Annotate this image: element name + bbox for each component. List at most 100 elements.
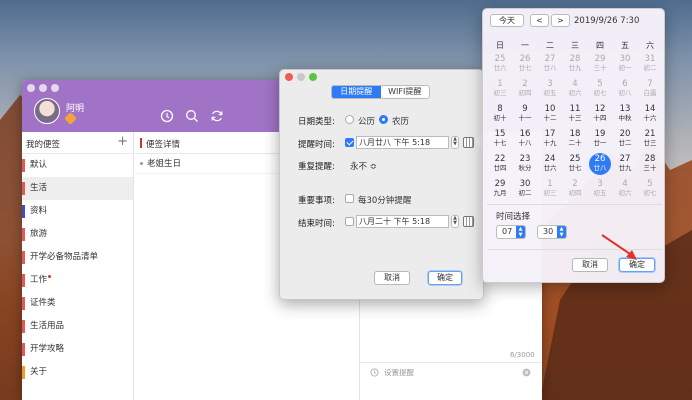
minimize-window-button[interactable] [39,84,47,92]
day-number: 17 [544,129,556,139]
calendar-day[interactable]: 4 初六 [564,78,586,100]
calendar-day[interactable]: 1 初三 [489,78,511,100]
calendar-day[interactable]: 9 十一 [514,103,536,125]
calendar-day[interactable]: 8 初十 [489,103,511,125]
calendar-day[interactable]: 16 十八 [514,128,536,150]
calendar-day[interactable]: 5 初七 [589,78,611,100]
sidebar-item[interactable]: 生活用品 [22,315,133,338]
remind-time-field[interactable]: 八月廿八 下午 5:18 [356,136,449,149]
repeat-select[interactable]: 永不 ≎ [350,160,377,172]
clock-icon[interactable] [160,109,174,123]
calendar-day[interactable]: 5 初七 [639,178,661,200]
avatar[interactable] [34,98,60,124]
calendar-day[interactable]: 29 三十 [589,53,611,75]
calendar-day[interactable]: 26 廿七 [514,53,536,75]
important-option-label: 每30分钟提醒 [358,196,412,206]
tab-date-reminder[interactable]: 日期提醒 [332,86,381,98]
set-reminder-row[interactable]: 设置提醒 [360,362,542,382]
calendar-day[interactable]: 15 十七 [489,128,511,150]
calendar-day[interactable]: 2 初四 [514,78,536,100]
dialog-cancel-button[interactable]: 取消 [374,271,410,285]
calendar-day[interactable]: 20 廿二 [614,128,636,150]
important-checkbox[interactable] [345,194,354,203]
minute-value: 30 [543,227,554,236]
add-category-button[interactable]: + [117,134,128,149]
sidebar-item[interactable]: 资料 [22,200,133,223]
zoom-window-button[interactable] [51,84,59,92]
calendar-day[interactable]: 26 廿八 [589,153,611,175]
calendar-day[interactable]: 27 廿八 [539,53,561,75]
end-time-field[interactable]: 八月二十 下午 5:18 [356,215,449,228]
lunar-day: 初二 [518,189,532,197]
gregorian-radio[interactable] [345,115,354,124]
calendar-day[interactable]: 23 秋分 [514,153,536,175]
calendar-day[interactable]: 3 初五 [589,178,611,200]
calendar-day[interactable]: 17 十九 [539,128,561,150]
sidebar-item[interactable]: 关于 [22,361,133,384]
category-sidebar: 我的便签 + 默认 生活 资料 旅游 开学必备物品清单 工作 证件类 生活用品 开学攻略 关于 [22,132,134,400]
calendar-day[interactable]: 27 廿九 [614,153,636,175]
calendar-icon[interactable] [463,137,474,148]
weekday-label: 二 [546,41,554,50]
calendar-day[interactable]: 14 十六 [639,103,661,125]
lunar-day: 十六 [643,114,657,122]
sidebar-item[interactable]: 生活 [22,177,133,200]
lunar-radio[interactable] [379,115,388,124]
sidebar-item[interactable]: 工作 [22,269,133,292]
vip-badge-icon [64,112,77,125]
calendar-day[interactable]: 12 十四 [589,103,611,125]
calendar-day[interactable]: 10 十二 [539,103,561,125]
calendar-icon[interactable] [463,216,474,227]
calendar-day[interactable]: 25 廿六 [489,53,511,75]
calendar-day[interactable]: 13 中秋 [614,103,636,125]
prev-month-button[interactable]: < [530,14,549,27]
calendar-day[interactable]: 11 十三 [564,103,586,125]
calendar-day[interactable]: 29 九月 [489,178,511,200]
calendar-day[interactable]: 31 初二 [639,53,661,75]
today-button[interactable]: 今天 [490,14,524,27]
calendar-day[interactable]: 21 廿三 [639,128,661,150]
calendar-day[interactable]: 18 二十 [564,128,586,150]
category-color-marker [22,366,25,379]
zoom-dialog-button[interactable] [309,73,317,81]
sidebar-item[interactable]: 开学必备物品清单 [22,246,133,269]
close-dialog-button[interactable] [285,73,293,81]
tab-wifi-reminder[interactable]: WIFI提醒 [381,86,430,98]
minimize-dialog-button[interactable] [297,73,305,81]
calendar-day[interactable]: 7 白露 [639,78,661,100]
calendar-day[interactable]: 22 廿四 [489,153,511,175]
end-time-stepper[interactable]: ▲ ▼ [451,215,459,228]
calendar-day[interactable]: 19 廿一 [589,128,611,150]
calendar-day[interactable]: 28 三十 [639,153,661,175]
calendar-day[interactable]: 28 廿九 [564,53,586,75]
calendar-day[interactable]: 30 初二 [514,178,536,200]
end-time-checkbox[interactable] [345,217,354,226]
clear-icon[interactable] [522,368,531,377]
search-icon[interactable] [185,109,199,123]
calendar-day[interactable]: 25 廿七 [564,153,586,175]
remind-time-stepper[interactable]: ▲ ▼ [451,136,459,149]
day-number: 25 [569,154,581,164]
day-number: 15 [494,129,506,139]
calendar-day[interactable]: 4 初六 [614,178,636,200]
sidebar-item[interactable]: 开学攻略 [22,338,133,361]
dialog-confirm-button[interactable]: 确定 [428,271,462,285]
calendar-day[interactable]: 3 初五 [539,78,561,100]
calendar-day[interactable]: 30 初一 [614,53,636,75]
sidebar-item-label: 开学必备物品清单 [30,252,99,262]
hour-select[interactable]: 07 ▲ ▼ [496,225,526,239]
calendar-day[interactable]: 24 廿六 [539,153,561,175]
next-month-button[interactable]: > [551,14,570,27]
sidebar-item[interactable]: 默认 [22,154,133,177]
day-number: 10 [544,104,556,114]
remind-time-checkbox[interactable] [345,138,354,147]
sync-icon[interactable] [210,109,224,123]
minute-select[interactable]: 30 ▲ ▼ [537,225,567,239]
lunar-day: 白露 [643,89,657,97]
sidebar-item[interactable]: 证件类 [22,292,133,315]
calendar-day[interactable]: 2 初四 [564,178,586,200]
calendar-day[interactable]: 1 初三 [539,178,561,200]
close-window-button[interactable] [27,84,35,92]
sidebar-item[interactable]: 旅游 [22,223,133,246]
calendar-day[interactable]: 6 初八 [614,78,636,100]
